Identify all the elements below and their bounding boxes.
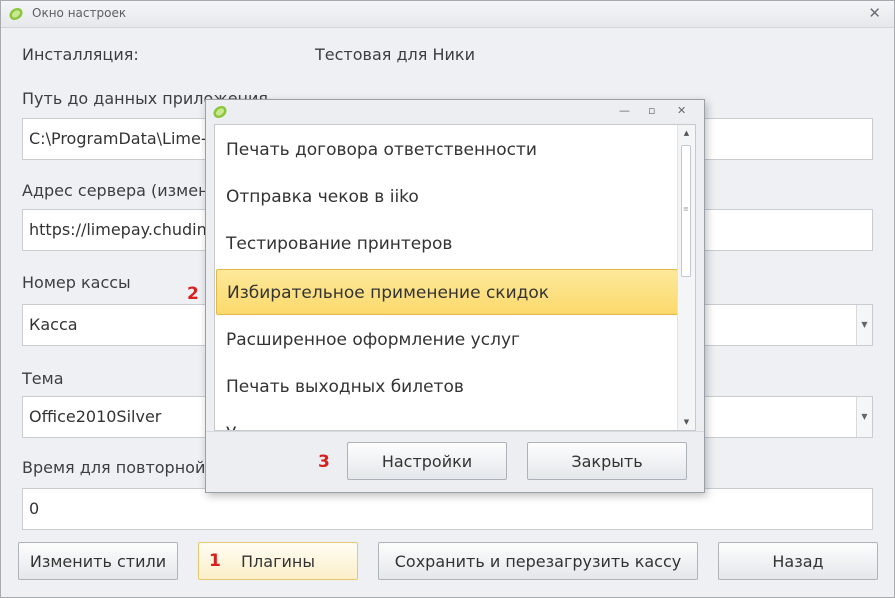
retry-input[interactable]: 0 — [22, 488, 873, 530]
window-title: Окно настроек — [32, 6, 127, 20]
list-item[interactable]: У — [216, 411, 678, 430]
scroll-down-icon[interactable]: ▼ — [678, 414, 695, 430]
path-value: C:\ProgramData\Lime- — [29, 129, 207, 148]
retry-value: 0 — [29, 499, 40, 518]
maximize-icon[interactable]: ▫ — [648, 104, 655, 117]
annotation-3: 3 — [318, 452, 330, 472]
plugins-list[interactable]: Печать договора ответственности Отправка… — [214, 124, 696, 431]
divider — [206, 431, 704, 432]
server-value: https://limepay.chudin — [29, 220, 207, 239]
list-item[interactable]: Расширенное оформление услуг — [216, 317, 678, 363]
register-label: Номер кассы — [22, 273, 131, 292]
register-value: Касса — [29, 315, 78, 334]
retry-label: Время для повторной — [22, 458, 206, 477]
dialog-close-button[interactable]: Закрыть — [527, 442, 687, 480]
install-value: Тестовая для Ники — [315, 45, 475, 64]
dialog-title-bar: — ▫ ✕ — [206, 100, 704, 124]
plugins-dialog: — ▫ ✕ Печать договора ответственности От… — [205, 99, 705, 493]
chevron-down-icon[interactable]: ▼ — [856, 397, 872, 437]
list-item[interactable]: Тестирование принтеров — [216, 221, 678, 267]
chevron-down-icon[interactable]: ▼ — [856, 305, 872, 345]
scroll-up-icon[interactable]: ▲ — [678, 125, 695, 141]
grip-icon: ≡ — [683, 205, 689, 213]
close-icon[interactable]: ✕ — [677, 104, 686, 117]
title-bar: Окно настроек ✕ — [1, 1, 894, 28]
theme-label: Тема — [22, 369, 64, 388]
settings-button[interactable]: Настройки — [347, 442, 507, 480]
list-item-selected[interactable]: Избирательное применение скидок — [216, 269, 678, 315]
annotation-1: 1 — [209, 551, 221, 571]
lime-logo-icon — [9, 7, 23, 21]
lime-logo-icon — [213, 105, 227, 119]
change-styles-button[interactable]: Изменить стили — [18, 542, 178, 580]
back-button[interactable]: Назад — [718, 542, 878, 580]
vertical-scrollbar[interactable]: ▲ ≡ ▼ — [677, 125, 695, 430]
list-item[interactable]: Печать выходных билетов — [216, 364, 678, 410]
scroll-thumb[interactable]: ≡ — [681, 145, 691, 277]
plugins-button[interactable]: Плагины — [198, 542, 358, 580]
list-item[interactable]: Отправка чеков в iiko — [216, 174, 678, 220]
install-label: Инсталляция: — [22, 45, 139, 64]
save-restart-button[interactable]: Сохранить и перезагрузить кассу — [378, 542, 698, 580]
list-item[interactable]: Печать договора ответственности — [216, 127, 678, 173]
close-icon[interactable]: ✕ — [868, 4, 881, 22]
theme-value: Office2010Silver — [29, 407, 162, 426]
minimize-icon[interactable]: — — [619, 104, 630, 117]
server-label: Адрес сервера (измен — [22, 181, 209, 200]
annotation-2: 2 — [187, 284, 199, 304]
